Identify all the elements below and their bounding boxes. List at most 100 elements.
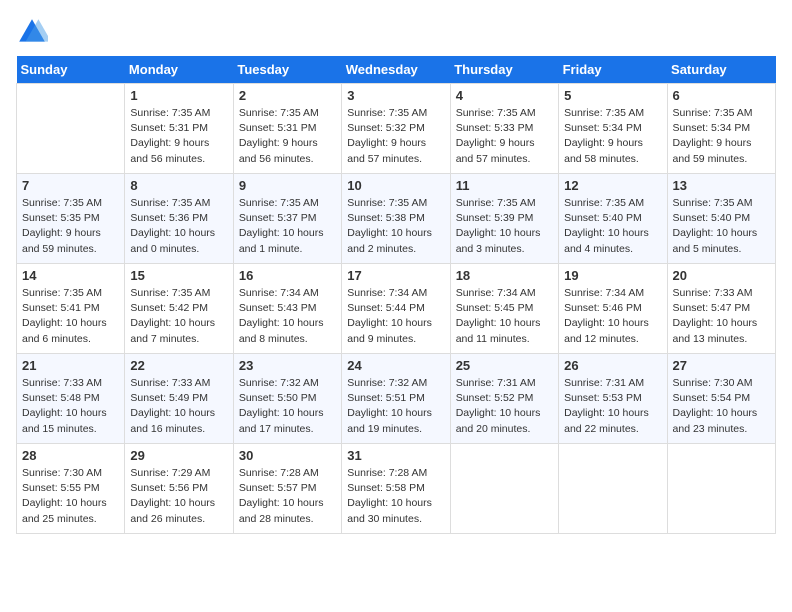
day-info: Sunrise: 7:35 AMSunset: 5:35 PMDaylight:…	[22, 196, 119, 257]
calendar-week-row: 7 Sunrise: 7:35 AMSunset: 5:35 PMDaylight…	[17, 174, 776, 264]
logo-icon	[16, 16, 48, 48]
calendar-cell: 31 Sunrise: 7:28 AMSunset: 5:58 PMDayligh…	[342, 444, 450, 534]
day-number: 13	[673, 178, 770, 193]
calendar-cell: 5 Sunrise: 7:35 AMSunset: 5:34 PMDaylight…	[559, 84, 667, 174]
day-number: 25	[456, 358, 553, 373]
day-number: 5	[564, 88, 661, 103]
calendar-week-row: 1 Sunrise: 7:35 AMSunset: 5:31 PMDaylight…	[17, 84, 776, 174]
day-info: Sunrise: 7:31 AMSunset: 5:52 PMDaylight:…	[456, 376, 553, 437]
day-number: 31	[347, 448, 444, 463]
weekday-header-sunday: Sunday	[17, 56, 125, 84]
day-info: Sunrise: 7:35 AMSunset: 5:37 PMDaylight:…	[239, 196, 336, 257]
day-info: Sunrise: 7:34 AMSunset: 5:46 PMDaylight:…	[564, 286, 661, 347]
day-number: 6	[673, 88, 770, 103]
calendar-cell: 18 Sunrise: 7:34 AMSunset: 5:45 PMDayligh…	[450, 264, 558, 354]
day-info: Sunrise: 7:35 AMSunset: 5:39 PMDaylight:…	[456, 196, 553, 257]
day-info: Sunrise: 7:34 AMSunset: 5:44 PMDaylight:…	[347, 286, 444, 347]
day-number: 26	[564, 358, 661, 373]
day-info: Sunrise: 7:35 AMSunset: 5:31 PMDaylight:…	[239, 106, 336, 167]
weekday-header-tuesday: Tuesday	[233, 56, 341, 84]
calendar-cell	[17, 84, 125, 174]
day-info: Sunrise: 7:33 AMSunset: 5:48 PMDaylight:…	[22, 376, 119, 437]
weekday-header-thursday: Thursday	[450, 56, 558, 84]
day-number: 30	[239, 448, 336, 463]
day-number: 18	[456, 268, 553, 283]
calendar-week-row: 21Sunrise: 7:33 AMSunset: 5:48 PMDayligh…	[17, 354, 776, 444]
weekday-header-wednesday: Wednesday	[342, 56, 450, 84]
day-number: 12	[564, 178, 661, 193]
day-info: Sunrise: 7:28 AMSunset: 5:58 PMDaylight:…	[347, 466, 444, 527]
weekday-header-saturday: Saturday	[667, 56, 775, 84]
day-number: 8	[130, 178, 227, 193]
day-number: 16	[239, 268, 336, 283]
day-number: 7	[22, 178, 119, 193]
calendar-cell: 1 Sunrise: 7:35 AMSunset: 5:31 PMDaylight…	[125, 84, 233, 174]
day-info: Sunrise: 7:28 AMSunset: 5:57 PMDaylight:…	[239, 466, 336, 527]
day-info: Sunrise: 7:35 AMSunset: 5:42 PMDaylight:…	[130, 286, 227, 347]
day-number: 9	[239, 178, 336, 193]
calendar-cell	[450, 444, 558, 534]
calendar-cell: 10 Sunrise: 7:35 AMSunset: 5:38 PMDayligh…	[342, 174, 450, 264]
day-info: Sunrise: 7:35 AMSunset: 5:33 PMDaylight:…	[456, 106, 553, 167]
day-number: 28	[22, 448, 119, 463]
day-info: Sunrise: 7:32 AMSunset: 5:51 PMDaylight:…	[347, 376, 444, 437]
calendar-cell: 8Sunrise: 7:35 AMSunset: 5:36 PMDaylight…	[125, 174, 233, 264]
day-number: 11	[456, 178, 553, 193]
calendar-cell: 23 Sunrise: 7:32 AMSunset: 5:50 PMDayligh…	[233, 354, 341, 444]
calendar-cell: 28Sunrise: 7:30 AMSunset: 5:55 PMDayligh…	[17, 444, 125, 534]
calendar-cell: 12 Sunrise: 7:35 AMSunset: 5:40 PMDayligh…	[559, 174, 667, 264]
calendar-cell: 30 Sunrise: 7:28 AMSunset: 5:57 PMDayligh…	[233, 444, 341, 534]
day-number: 23	[239, 358, 336, 373]
calendar-cell: 11 Sunrise: 7:35 AMSunset: 5:39 PMDayligh…	[450, 174, 558, 264]
calendar-cell: 3 Sunrise: 7:35 AMSunset: 5:32 PMDaylight…	[342, 84, 450, 174]
day-info: Sunrise: 7:35 AMSunset: 5:41 PMDaylight:…	[22, 286, 119, 347]
calendar-cell: 21Sunrise: 7:33 AMSunset: 5:48 PMDayligh…	[17, 354, 125, 444]
page-header	[16, 16, 776, 48]
calendar-cell: 17 Sunrise: 7:34 AMSunset: 5:44 PMDayligh…	[342, 264, 450, 354]
calendar-cell: 16Sunrise: 7:34 AMSunset: 5:43 PMDayligh…	[233, 264, 341, 354]
day-info: Sunrise: 7:35 AMSunset: 5:31 PMDaylight:…	[130, 106, 227, 167]
day-info: Sunrise: 7:35 AMSunset: 5:38 PMDaylight:…	[347, 196, 444, 257]
calendar-week-row: 28Sunrise: 7:30 AMSunset: 5:55 PMDayligh…	[17, 444, 776, 534]
day-info: Sunrise: 7:35 AMSunset: 5:32 PMDaylight:…	[347, 106, 444, 167]
calendar-table: SundayMondayTuesdayWednesdayThursdayFrid…	[16, 56, 776, 534]
day-number: 1	[130, 88, 227, 103]
weekday-header-monday: Monday	[125, 56, 233, 84]
day-info: Sunrise: 7:35 AMSunset: 5:34 PMDaylight:…	[564, 106, 661, 167]
calendar-body: 1 Sunrise: 7:35 AMSunset: 5:31 PMDaylight…	[17, 84, 776, 534]
calendar-cell: 6 Sunrise: 7:35 AMSunset: 5:34 PMDaylight…	[667, 84, 775, 174]
weekday-header-friday: Friday	[559, 56, 667, 84]
calendar-cell: 25 Sunrise: 7:31 AMSunset: 5:52 PMDayligh…	[450, 354, 558, 444]
day-number: 27	[673, 358, 770, 373]
day-number: 10	[347, 178, 444, 193]
day-info: Sunrise: 7:31 AMSunset: 5:53 PMDaylight:…	[564, 376, 661, 437]
calendar-cell: 24 Sunrise: 7:32 AMSunset: 5:51 PMDayligh…	[342, 354, 450, 444]
day-info: Sunrise: 7:33 AMSunset: 5:49 PMDaylight:…	[130, 376, 227, 437]
calendar-cell: 9 Sunrise: 7:35 AMSunset: 5:37 PMDaylight…	[233, 174, 341, 264]
day-info: Sunrise: 7:35 AMSunset: 5:34 PMDaylight:…	[673, 106, 770, 167]
calendar-cell: 20Sunrise: 7:33 AMSunset: 5:47 PMDayligh…	[667, 264, 775, 354]
day-number: 2	[239, 88, 336, 103]
day-info: Sunrise: 7:30 AMSunset: 5:54 PMDaylight:…	[673, 376, 770, 437]
calendar-cell: 4 Sunrise: 7:35 AMSunset: 5:33 PMDaylight…	[450, 84, 558, 174]
day-number: 4	[456, 88, 553, 103]
day-info: Sunrise: 7:32 AMSunset: 5:50 PMDaylight:…	[239, 376, 336, 437]
weekday-header-row: SundayMondayTuesdayWednesdayThursdayFrid…	[17, 56, 776, 84]
day-number: 22	[130, 358, 227, 373]
day-info: Sunrise: 7:33 AMSunset: 5:47 PMDaylight:…	[673, 286, 770, 347]
day-number: 19	[564, 268, 661, 283]
calendar-header: SundayMondayTuesdayWednesdayThursdayFrid…	[17, 56, 776, 84]
calendar-cell: 15 Sunrise: 7:35 AMSunset: 5:42 PMDayligh…	[125, 264, 233, 354]
calendar-cell: 13 Sunrise: 7:35 AMSunset: 5:40 PMDayligh…	[667, 174, 775, 264]
day-info: Sunrise: 7:35 AMSunset: 5:40 PMDaylight:…	[564, 196, 661, 257]
day-number: 3	[347, 88, 444, 103]
day-number: 15	[130, 268, 227, 283]
calendar-cell: 19 Sunrise: 7:34 AMSunset: 5:46 PMDayligh…	[559, 264, 667, 354]
day-number: 17	[347, 268, 444, 283]
calendar-cell	[559, 444, 667, 534]
logo	[16, 16, 52, 48]
day-info: Sunrise: 7:34 AMSunset: 5:45 PMDaylight:…	[456, 286, 553, 347]
day-number: 24	[347, 358, 444, 373]
day-info: Sunrise: 7:29 AMSunset: 5:56 PMDaylight:…	[130, 466, 227, 527]
day-info: Sunrise: 7:35 AMSunset: 5:40 PMDaylight:…	[673, 196, 770, 257]
